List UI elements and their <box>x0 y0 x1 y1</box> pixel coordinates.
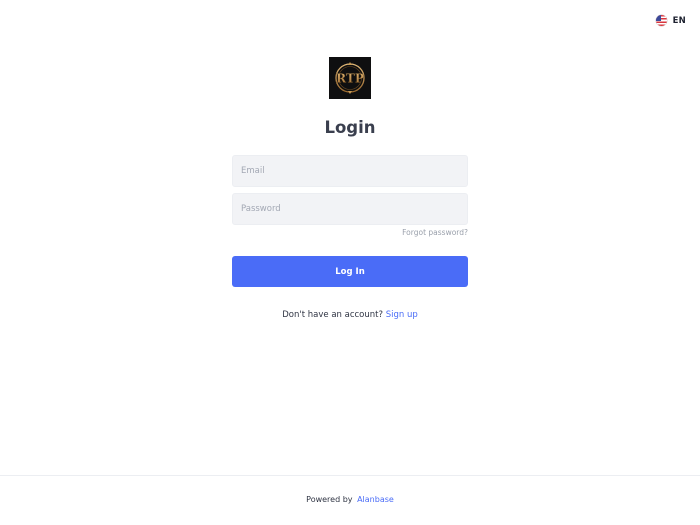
footer: Powered by Alanbase <box>0 475 700 525</box>
alanbase-link[interactable]: Alanbase <box>357 495 394 504</box>
signup-link[interactable]: Sign up <box>386 310 418 320</box>
email-field[interactable] <box>232 155 468 187</box>
login-page: EN RTP Login Forgot password? Log In Don… <box>0 0 700 525</box>
page-title: Login <box>324 118 376 137</box>
signup-prompt: Don't have an account? Sign up <box>0 310 700 320</box>
login-button[interactable]: Log In <box>232 256 468 287</box>
signup-prompt-text: Don't have an account? <box>282 310 383 320</box>
logo-text: RTP <box>336 72 364 86</box>
password-field[interactable] <box>232 193 468 225</box>
powered-by: Powered by Alanbase <box>0 495 700 504</box>
rtp-logo-icon: RTP <box>335 62 365 94</box>
brand-logo: RTP <box>329 57 371 99</box>
language-code: EN <box>672 15 686 26</box>
forgot-password-link[interactable]: Forgot password? <box>402 228 468 237</box>
powered-by-text: Powered by <box>306 495 353 504</box>
us-flag-icon <box>655 15 667 26</box>
language-switcher[interactable]: EN <box>655 15 686 26</box>
